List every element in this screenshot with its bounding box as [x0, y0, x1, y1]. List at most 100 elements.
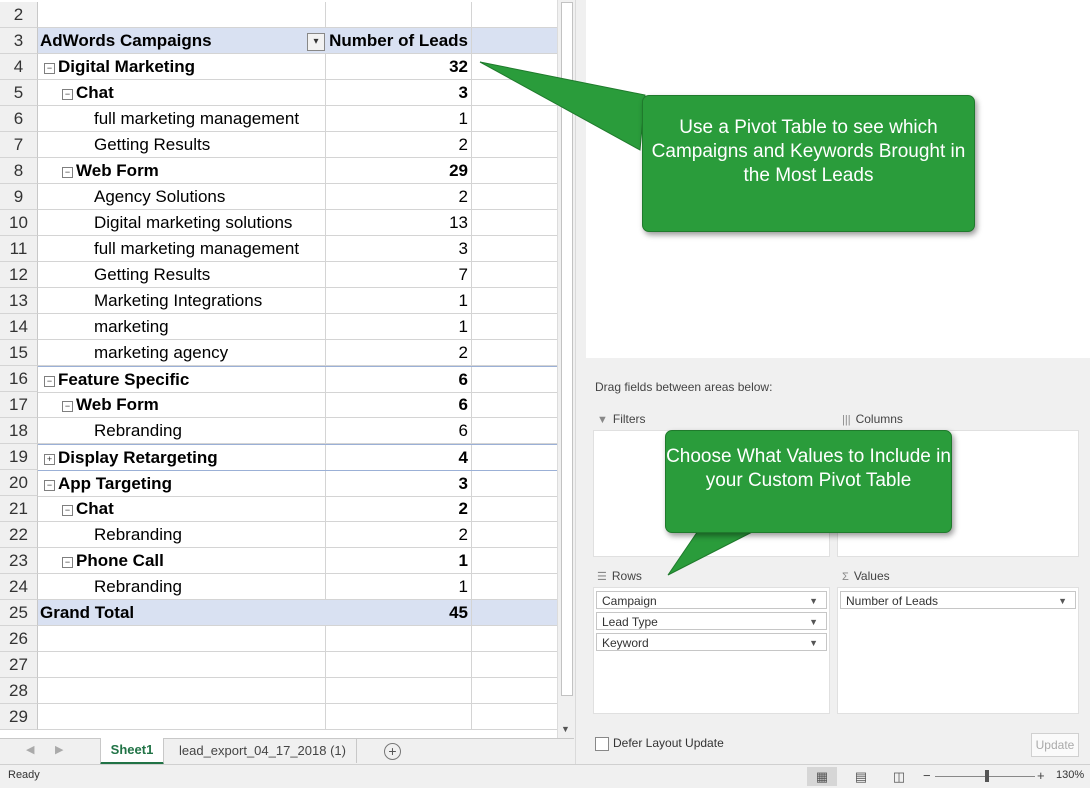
row-cells[interactable]: Rebranding 2: [38, 522, 557, 548]
zoom-out-icon[interactable]: −: [923, 768, 931, 783]
filter-dropdown-icon[interactable]: ▾: [307, 33, 325, 51]
row-cells[interactable]: Marketing Integrations 1: [38, 288, 557, 314]
row-cells[interactable]: − Web Form 29: [38, 158, 557, 184]
normal-view-icon[interactable]: ▦: [807, 767, 837, 786]
pivot-value[interactable]: 3: [329, 236, 468, 261]
row-number[interactable]: 21: [0, 496, 38, 522]
table-row[interactable]: 15 marketing agency 2: [0, 340, 557, 366]
collapse-icon[interactable]: −: [44, 376, 55, 387]
row-cells[interactable]: − App Targeting 3: [38, 470, 557, 497]
pivot-value[interactable]: 1: [329, 106, 468, 131]
pivot-value[interactable]: 1: [329, 288, 468, 313]
table-row[interactable]: 21 − Chat 2: [0, 496, 557, 522]
row-number[interactable]: 28: [0, 678, 38, 704]
table-row[interactable]: 29: [0, 704, 557, 730]
table-row[interactable]: 26: [0, 626, 557, 652]
pivot-row-label[interactable]: − Phone Call: [62, 548, 164, 573]
grand-total-label[interactable]: Grand Total: [40, 600, 134, 625]
row-cells[interactable]: − Web Form 6: [38, 392, 557, 418]
collapse-icon[interactable]: −: [62, 557, 73, 568]
pivot-value[interactable]: 2: [329, 496, 468, 521]
table-row[interactable]: 11 full marketing management 3: [0, 236, 557, 262]
pivot-row-header[interactable]: AdWords Campaigns: [40, 28, 212, 53]
row-number[interactable]: 3: [0, 28, 38, 54]
table-row[interactable]: 14 marketing 1: [0, 314, 557, 340]
row-cells[interactable]: − Phone Call 1: [38, 548, 557, 574]
row-number[interactable]: 13: [0, 288, 38, 314]
row-cells[interactable]: Getting Results 7: [38, 262, 557, 288]
row-cells[interactable]: [38, 704, 557, 730]
row-cells[interactable]: [38, 2, 557, 28]
tab-next-icon[interactable]: ▶: [55, 743, 63, 756]
row-cells[interactable]: [38, 652, 557, 678]
row-cells[interactable]: − Chat 2: [38, 496, 557, 522]
row-number[interactable]: 20: [0, 470, 38, 496]
pivot-row-label[interactable]: Rebranding: [94, 418, 182, 443]
row-number[interactable]: 2: [0, 2, 38, 28]
table-row[interactable]: 7 Getting Results 2: [0, 132, 557, 158]
table-row[interactable]: 16− Feature Specific 6: [0, 366, 557, 393]
pivot-row-label[interactable]: + Display Retargeting: [44, 445, 218, 470]
pivot-row-label[interactable]: − Web Form: [62, 158, 159, 183]
table-row[interactable]: 4− Digital Marketing 32: [0, 54, 557, 80]
row-number[interactable]: 18: [0, 418, 38, 444]
pivot-value[interactable]: 1: [329, 574, 468, 599]
table-row[interactable]: 28: [0, 678, 557, 704]
table-row[interactable]: 8 − Web Form 29: [0, 158, 557, 184]
pivot-value[interactable]: 1: [329, 314, 468, 339]
collapse-icon[interactable]: −: [44, 63, 55, 74]
rows-field-item[interactable]: Keyword ▼: [596, 633, 827, 651]
pivot-value[interactable]: 29: [329, 158, 468, 183]
row-cells[interactable]: Rebranding 6: [38, 418, 557, 444]
table-row[interactable]: 5 − Chat 3: [0, 80, 557, 106]
pivot-value[interactable]: 4: [329, 445, 468, 470]
scrollbar-thumb[interactable]: [561, 2, 573, 696]
row-cells[interactable]: [38, 678, 557, 704]
table-row[interactable]: 27: [0, 652, 557, 678]
row-number[interactable]: 6: [0, 106, 38, 132]
row-cells[interactable]: Agency Solutions 2: [38, 184, 557, 210]
table-row[interactable]: 17 − Web Form 6: [0, 392, 557, 418]
pivot-row-label[interactable]: − Digital Marketing: [44, 54, 195, 79]
row-cells[interactable]: AdWords Campaigns ▾ Number of Leads: [38, 28, 557, 54]
pivot-value-header[interactable]: Number of Leads: [329, 28, 468, 53]
collapse-icon[interactable]: −: [62, 167, 73, 178]
pivot-row-label[interactable]: Rebranding: [94, 574, 182, 599]
collapse-icon[interactable]: −: [62, 401, 73, 412]
rows-field-item[interactable]: Campaign ▼: [596, 591, 827, 609]
pivot-row-label[interactable]: − App Targeting: [44, 471, 172, 496]
rows-area[interactable]: Campaign ▼ Lead Type ▼ Keyword ▼: [593, 587, 830, 714]
table-row[interactable]: 12 Getting Results 7: [0, 262, 557, 288]
pivot-row-label[interactable]: full marketing management: [94, 106, 299, 131]
pivot-value[interactable]: 3: [329, 80, 468, 105]
row-cells[interactable]: Getting Results 2: [38, 132, 557, 158]
pivot-row-label[interactable]: − Web Form: [62, 392, 159, 417]
table-row[interactable]: 19 + Display Retargeting 4: [0, 444, 557, 471]
collapse-icon[interactable]: −: [62, 505, 73, 516]
table-row[interactable]: 20− App Targeting 3: [0, 470, 557, 497]
pivot-row-label[interactable]: Digital marketing solutions: [94, 210, 292, 235]
row-cells[interactable]: [38, 626, 557, 652]
row-number[interactable]: 7: [0, 132, 38, 158]
pivot-value[interactable]: 6: [329, 392, 468, 417]
row-number[interactable]: 11: [0, 236, 38, 262]
pivot-value[interactable]: 2: [329, 132, 468, 157]
row-number[interactable]: 10: [0, 210, 38, 236]
pivot-value[interactable]: 3: [329, 471, 468, 496]
pivot-row-label[interactable]: marketing agency: [94, 340, 228, 365]
row-number[interactable]: 25: [0, 600, 38, 626]
row-number[interactable]: 22: [0, 522, 38, 548]
table-row[interactable]: 25 Grand Total 45: [0, 600, 557, 626]
table-row[interactable]: 9 Agency Solutions 2: [0, 184, 557, 210]
pivot-value[interactable]: 6: [329, 418, 468, 443]
pivot-value[interactable]: 2: [329, 522, 468, 547]
row-number[interactable]: 8: [0, 158, 38, 184]
table-row[interactable]: 13 Marketing Integrations 1: [0, 288, 557, 314]
pivot-value[interactable]: 13: [329, 210, 468, 235]
chevron-down-icon[interactable]: ▼: [809, 634, 818, 652]
row-number[interactable]: 9: [0, 184, 38, 210]
pivot-row-label[interactable]: Getting Results: [94, 132, 210, 157]
pivot-value[interactable]: 6: [329, 367, 468, 392]
row-cells[interactable]: Rebranding 1: [38, 574, 557, 600]
row-number[interactable]: 16: [0, 366, 38, 392]
